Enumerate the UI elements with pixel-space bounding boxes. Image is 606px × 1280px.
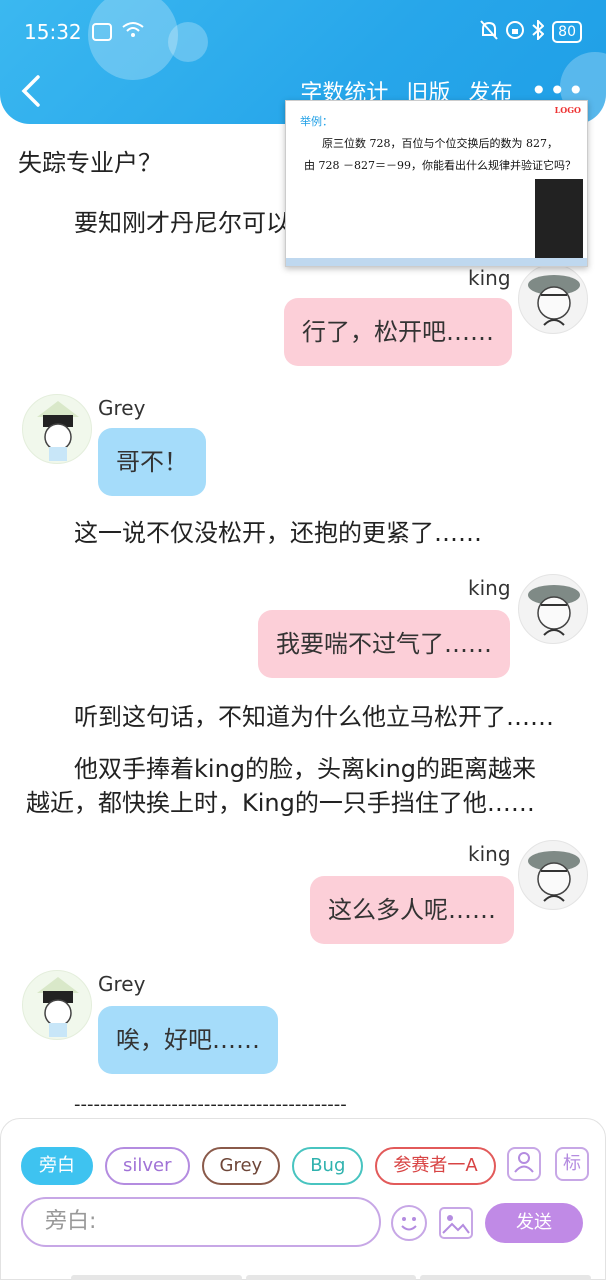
battery-indicator: 80 <box>552 21 582 43</box>
status-time: 15:32 <box>24 20 82 44</box>
send-button[interactable]: 发送 <box>485 1203 583 1243</box>
speaker-name-grey: Grey <box>98 972 146 996</box>
tag-button[interactable]: 标 <box>555 1147 589 1181</box>
narration-text: 这一说不仅没松开，还抱的更紧了…… <box>74 519 482 547</box>
speaker-name-grey: Grey <box>98 396 146 420</box>
bottom-tab-strip <box>71 1275 592 1280</box>
avatar-icon[interactable] <box>507 1147 541 1181</box>
speaker-name-king: king <box>468 266 511 290</box>
divider-line: ----------------------------------------… <box>74 1094 347 1115</box>
example-line-1: 原三位数 728，百位与个位交换后的数为 827， <box>322 137 558 150</box>
floating-image-preview[interactable]: 举例： LOGO 原三位数 728，百位与个位交换后的数为 827， 由 728… <box>285 100 588 267</box>
example-title: 举例： <box>300 116 333 128</box>
chip-bug[interactable]: Bug <box>292 1147 364 1185</box>
chip-participant-a[interactable]: 参赛者一A <box>375 1147 496 1185</box>
narration-text: 听到这句话，不知道为什么他立马松开了…… <box>74 703 554 731</box>
chip-narration[interactable]: 旁白 <box>21 1147 93 1185</box>
grey-avatar[interactable] <box>22 970 92 1040</box>
wifi-icon <box>122 20 144 44</box>
image-icon[interactable] <box>439 1207 473 1239</box>
emoji-icon[interactable] <box>391 1205 427 1241</box>
embedded-dark-panel <box>535 179 583 259</box>
role-chips: 旁白 silver Grey Bug 参赛者一A <box>21 1147 496 1185</box>
chip-grey[interactable]: Grey <box>201 1147 281 1185</box>
king-avatar[interactable] <box>518 574 588 644</box>
message-input[interactable]: 旁白: <box>21 1197 381 1247</box>
status-bar: 15:32 80 <box>24 14 582 50</box>
narration-text: 越近，都快挨上时，King的一只手挡住了他…… <box>26 789 535 817</box>
chip-silver[interactable]: silver <box>105 1147 190 1185</box>
input-panel: 旁白 silver Grey Bug 参赛者一A 标 旁白: 发送 <box>0 1118 606 1280</box>
watermark-logo: LOGO <box>554 105 581 115</box>
speaker-name-king: king <box>468 576 511 600</box>
chat-content: 失踪专业户？ 要知刚才丹尼尔可以 king 行了，松开吧…… Grey 哥不！ … <box>0 124 606 1120</box>
king-avatar[interactable] <box>518 264 588 334</box>
message-bubble-king[interactable]: 这么多人呢…… <box>310 876 514 944</box>
narration-text: 他双手捧着king的脸，头离king的距离越来 <box>74 755 537 783</box>
back-icon[interactable] <box>20 74 50 110</box>
embedded-taskbar <box>286 258 587 266</box>
bluetooth-icon <box>532 18 545 45</box>
speaker-name-king: king <box>468 842 511 866</box>
narration-text: 要知刚才丹尼尔可以 <box>74 209 290 237</box>
narration-text: 失踪专业户？ <box>18 149 162 177</box>
king-avatar[interactable] <box>518 840 588 910</box>
notification-icon <box>91 23 112 41</box>
grey-avatar[interactable] <box>22 394 92 464</box>
message-bubble-king[interactable]: 行了，松开吧…… <box>284 298 512 366</box>
lock-icon <box>506 20 525 44</box>
message-bubble-grey[interactable]: 哥不！ <box>98 428 206 496</box>
mute-bell-icon <box>480 19 498 45</box>
message-bubble-king[interactable]: 我要喘不过气了…… <box>258 610 510 678</box>
example-line-2: 由 728 －827＝－99，你能看出什么规律并验证它吗？ <box>304 159 576 172</box>
message-bubble-grey[interactable]: 唉，好吧…… <box>98 1006 278 1074</box>
